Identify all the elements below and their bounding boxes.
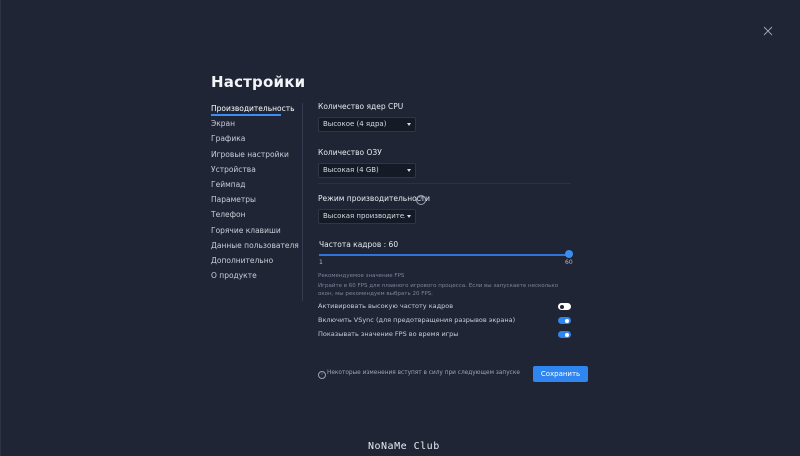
save-button[interactable]: Сохранить — [533, 366, 588, 382]
performance-mode-value: Высокая производител — [323, 212, 405, 220]
performance-mode-select[interactable]: Высокая производител — [318, 209, 416, 224]
cpu-cores-value: Высокое (4 ядра) — [323, 120, 387, 128]
sidebar-item-graphics[interactable]: Графика — [211, 134, 301, 149]
cpu-cores-select[interactable]: Высокое (4 ядра) — [318, 117, 416, 132]
chevron-down-icon — [407, 123, 411, 126]
ram-value: Высокая (4 GB) — [323, 166, 379, 174]
sidebar-item-label: Дополнительно — [211, 255, 274, 265]
toggle-knob — [565, 332, 569, 337]
high-fps-label: Активировать высокую частоту кадров — [318, 302, 454, 310]
vsync-label: Включить VSync (для предотвращения разры… — [318, 316, 516, 324]
sidebar-item-performance[interactable]: Производительность — [211, 104, 301, 119]
cpu-cores-label: Количество ядер CPU — [318, 102, 404, 111]
sidebar-item-label: Параметры — [211, 195, 256, 205]
sidebar-item-label: О продукте — [211, 271, 257, 281]
restart-notice: Некоторые изменения вступят в силу при с… — [327, 370, 520, 376]
toggle-knob — [560, 304, 564, 309]
fps-label: Частота кадров : 60 — [319, 240, 399, 249]
help-icon[interactable]: ? — [416, 195, 426, 205]
sidebar-item-devices[interactable]: Устройства — [211, 165, 301, 180]
sidebar-item-label: Экран — [211, 119, 236, 129]
fps-slider-thumb[interactable] — [565, 250, 573, 258]
sidebar-item-label: Данные пользователя — [211, 240, 299, 250]
section-divider — [318, 183, 571, 184]
watermark: NoNaMe Club — [368, 441, 440, 452]
performance-mode-label: Режим производительности — [318, 194, 431, 203]
sidebar-item-user-data[interactable]: Данные пользователя — [211, 241, 301, 256]
page-title: Настройки — [211, 73, 306, 91]
sidebar-item-label: Производительность — [211, 104, 295, 113]
close-button[interactable] — [761, 24, 775, 38]
sidebar-item-label: Геймпад — [211, 179, 246, 189]
sidebar-item-screen[interactable]: Экран — [211, 119, 301, 134]
fps-hint-title: Рекомендуемое значение FPS — [318, 273, 405, 279]
show-fps-label: Показывать значение FPS во время игры — [318, 330, 459, 338]
ram-select[interactable]: Высокая (4 GB) — [318, 163, 416, 178]
fps-hint-text: Играйте в 60 FPS для плавного игрового п… — [318, 283, 559, 297]
ram-label: Количество ОЗУ — [318, 148, 382, 157]
show-fps-toggle[interactable] — [558, 331, 571, 338]
sidebar-divider — [302, 103, 303, 301]
sidebar-item-about[interactable]: О продукте — [211, 271, 301, 286]
high-fps-toggle[interactable] — [558, 303, 571, 310]
vsync-toggle[interactable] — [558, 317, 571, 324]
sidebar: Производительность Экран Графика Игровые… — [211, 104, 301, 286]
window-edge — [0, 0, 1, 456]
sidebar-item-label: Горячие клавиши — [211, 225, 281, 235]
active-tab-indicator — [211, 114, 281, 116]
chevron-down-icon — [407, 215, 411, 218]
fps-slider-track[interactable] — [319, 254, 569, 256]
chevron-down-icon — [407, 169, 411, 172]
sidebar-item-game-settings[interactable]: Игровые настройки — [211, 150, 301, 165]
fps-min-label: 1 — [319, 259, 323, 266]
sidebar-item-label: Игровые настройки — [211, 149, 289, 159]
sidebar-item-hotkeys[interactable]: Горячие клавиши — [211, 226, 301, 241]
sidebar-item-parameters[interactable]: Параметры — [211, 195, 301, 210]
sidebar-item-label: Устройства — [211, 164, 256, 174]
sidebar-item-label: Графика — [211, 134, 246, 144]
sidebar-item-phone[interactable]: Телефон — [211, 210, 301, 225]
toggle-knob — [565, 318, 569, 323]
info-icon: i — [318, 371, 326, 379]
sidebar-item-advanced[interactable]: Дополнительно — [211, 256, 301, 271]
sidebar-item-label: Телефон — [211, 210, 246, 220]
fps-max-label: 60 — [565, 259, 573, 266]
sidebar-item-gamepad[interactable]: Геймпад — [211, 180, 301, 195]
close-icon — [763, 26, 773, 36]
